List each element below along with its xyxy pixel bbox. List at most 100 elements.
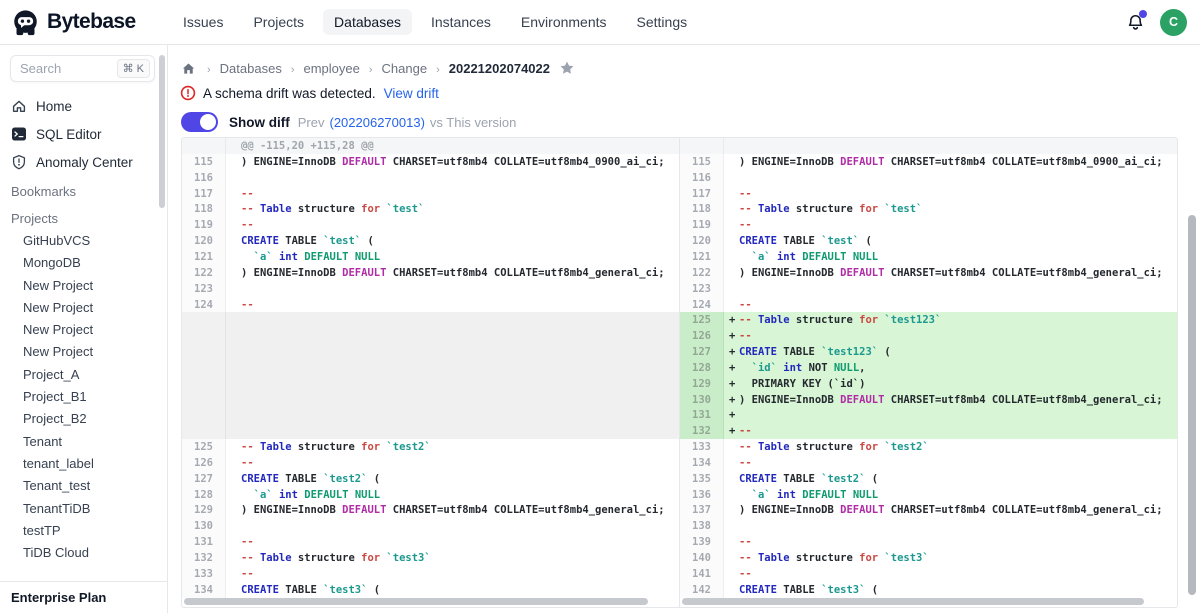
search-input[interactable]	[20, 61, 106, 76]
code-text: `a` int DEFAULT NULL	[739, 489, 878, 501]
code-text: --	[739, 330, 752, 342]
code-text: CREATE TABLE `test2` (	[241, 473, 380, 485]
star-icon[interactable]	[559, 60, 575, 76]
nav-item-projects[interactable]: Projects	[242, 9, 315, 35]
line-number: 130	[182, 518, 226, 534]
show-diff-label: Show diff	[229, 115, 290, 130]
nav-item-databases[interactable]: Databases	[323, 9, 412, 35]
code-text: --	[241, 536, 254, 548]
line-number: 123	[182, 281, 226, 297]
sidebar-project-item[interactable]: tenant_label	[0, 453, 167, 475]
breadcrumb-item[interactable]: Databases	[220, 61, 282, 76]
right-horizontal-scrollbar[interactable]	[682, 598, 1144, 605]
sidebar-project-item[interactable]: MongoDB	[0, 252, 167, 274]
nav-item-instances[interactable]: Instances	[420, 9, 502, 35]
diff-code-row: 121 `a` int DEFAULT NULL	[680, 249, 1177, 265]
diff-toolbar: Show diff Prev (202206270013) vs This ve…	[169, 101, 1200, 132]
diff-right-rows: 115) ENGINE=InnoDB DEFAULT CHARSET=utf8m…	[680, 138, 1177, 598]
diff-code-row: 134CREATE TABLE `test3` (	[182, 582, 679, 598]
sidebar-project-item[interactable]: New Project	[0, 275, 167, 297]
diff-code-row: 130+) ENGINE=InnoDB DEFAULT CHARSET=utf8…	[680, 392, 1177, 408]
diff-code-row: 125+-- Table structure for `test123`	[680, 312, 1177, 328]
diff-hunk-header: @@ -115,20 +115,28 @@	[182, 138, 679, 154]
left-horizontal-scrollbar[interactable]	[184, 598, 648, 605]
line-number	[182, 408, 226, 424]
sidebar-project-item[interactable]: GitHubVCS	[0, 230, 167, 252]
code-text: -- Table structure for `test123`	[739, 314, 941, 326]
code-text: CREATE TABLE `test` (	[241, 235, 374, 247]
sidebar-project-item[interactable]: Project_B1	[0, 386, 167, 408]
sidebar-item-label: SQL Editor	[36, 127, 102, 142]
nav-item-issues[interactable]: Issues	[172, 9, 234, 35]
top-navbar: Bytebase Issues Projects Databases Instance…	[0, 0, 1200, 45]
code-text: --	[241, 219, 254, 231]
diff-hunk-header	[680, 138, 1177, 154]
diff-marker: +	[724, 346, 739, 358]
nav-item-settings[interactable]: Settings	[626, 9, 699, 35]
diff-marker: +	[724, 425, 739, 437]
sidebar-item-sql-editor[interactable]: SQL Editor	[0, 120, 167, 148]
prev-version-link[interactable]: (202206270013)	[329, 115, 424, 130]
code-text: CREATE TABLE `test123` (	[739, 346, 891, 358]
project-list: GitHubVCSMongoDBNew ProjectNew ProjectNe…	[0, 230, 167, 564]
line-number: 128	[680, 360, 724, 376]
view-drift-link[interactable]: View drift	[384, 86, 439, 101]
line-number	[182, 328, 226, 344]
chevron-right-icon: ›	[291, 64, 295, 76]
diff-code-row: 117--	[182, 186, 679, 202]
diff-code-row: 127+CREATE TABLE `test123` (	[680, 344, 1177, 360]
code-text: CREATE TABLE `test` (	[739, 235, 872, 247]
nav-item-environments[interactable]: Environments	[510, 9, 618, 35]
diff-gap-row	[182, 312, 679, 328]
sidebar-project-item[interactable]: Tenant	[0, 431, 167, 453]
breadcrumb-item[interactable]: employee	[304, 61, 360, 76]
line-number	[182, 423, 226, 439]
diff-code-row: 132+--	[680, 423, 1177, 439]
sidebar-project-item[interactable]: Project_A	[0, 364, 167, 386]
line-number: 125	[182, 439, 226, 455]
code-text: ) ENGINE=InnoDB DEFAULT CHARSET=utf8mb4 …	[739, 394, 1163, 406]
sidebar-item-home[interactable]: Home	[0, 92, 167, 120]
sidebar-project-item[interactable]: New Project	[0, 319, 167, 341]
diff-code-row: 124--	[182, 297, 679, 313]
line-number: 132	[680, 423, 724, 439]
show-diff-toggle[interactable]	[181, 112, 218, 132]
line-number: 117	[182, 186, 226, 202]
sidebar-item-anomaly-center[interactable]: Anomaly Center	[0, 148, 167, 176]
notification-badge	[1139, 10, 1147, 18]
sidebar-project-item[interactable]: New Project	[0, 297, 167, 319]
diff-code-row: 116	[680, 170, 1177, 186]
diff-marker: +	[724, 378, 739, 390]
diff-gap-row	[182, 392, 679, 408]
diff-code-row: 122) ENGINE=InnoDB DEFAULT CHARSET=utf8m…	[182, 265, 679, 281]
code-text: `a` int DEFAULT NULL	[739, 251, 878, 263]
code-text: -- Table structure for `test3`	[739, 552, 929, 564]
search-box[interactable]: ⌘ K	[10, 55, 155, 82]
breadcrumb-item[interactable]: Change	[382, 61, 428, 76]
diff-code-row: 131+	[680, 408, 1177, 424]
sidebar-project-item[interactable]: New Project	[0, 341, 167, 363]
sidebar-project-item[interactable]: TiDB Cloud	[0, 542, 167, 564]
user-avatar[interactable]: C	[1160, 9, 1187, 36]
sidebar-project-item[interactable]: testTP	[0, 520, 167, 542]
code-text: ) ENGINE=InnoDB DEFAULT CHARSET=utf8mb4 …	[241, 504, 665, 516]
plan-badge[interactable]: Enterprise Plan	[0, 581, 167, 613]
alert-icon	[180, 85, 196, 101]
sidebar-project-item[interactable]: Tenant_test	[0, 475, 167, 497]
sidebar-project-item[interactable]: TenantTiDB	[0, 498, 167, 520]
diff-code-row: 122) ENGINE=InnoDB DEFAULT CHARSET=utf8m…	[680, 265, 1177, 281]
sidebar-scrollbar[interactable]	[159, 55, 165, 208]
diff-left-pane: @@ -115,20 +115,28 @@115) ENGINE=InnoDB …	[182, 138, 679, 607]
page-vertical-scrollbar[interactable]	[1188, 215, 1196, 595]
breadcrumb-home-icon[interactable]	[181, 61, 196, 76]
line-number: 117	[680, 186, 724, 202]
diff-code-row: 116	[182, 170, 679, 186]
notifications-bell-icon[interactable]	[1126, 13, 1145, 32]
sidebar-project-item[interactable]: Project_B2	[0, 408, 167, 430]
brand-name: Bytebase	[47, 10, 136, 34]
code-text: --	[739, 457, 752, 469]
brand-logo[interactable]: Bytebase	[0, 9, 172, 36]
terminal-icon	[11, 126, 27, 142]
diff-code-row: 125-- Table structure for `test2`	[182, 439, 679, 455]
code-text: --	[739, 188, 752, 200]
